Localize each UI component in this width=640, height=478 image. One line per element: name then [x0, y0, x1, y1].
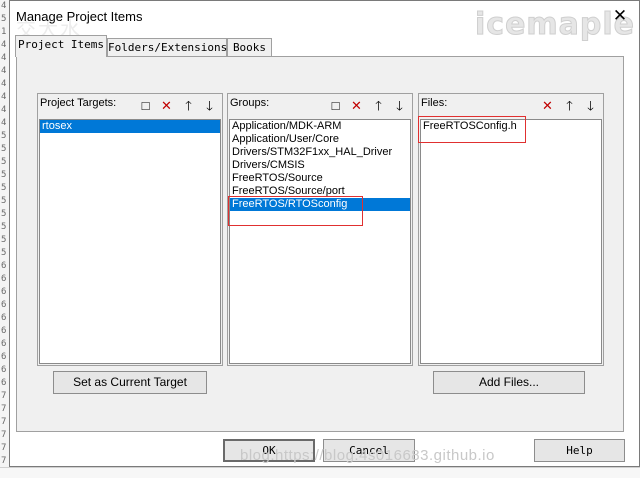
group-list-item[interactable]: FreeRTOS/RTOSconfig	[230, 198, 410, 211]
move-up-target-icon[interactable]: 🡑	[179, 96, 198, 115]
gutter-line-number: 5	[1, 209, 7, 219]
gutter-line-number: 4	[1, 105, 7, 115]
gutter-line-number: 6	[1, 378, 7, 388]
gutter-line-number: 6	[1, 365, 7, 375]
add-files-button[interactable]: Add Files...	[433, 371, 585, 394]
gutter-line-number: 5	[1, 131, 7, 141]
move-down-file-icon[interactable]: 🡓	[581, 96, 600, 115]
close-icon[interactable]: ✕	[608, 5, 632, 27]
gutter-line-number: 7	[1, 391, 7, 401]
gutter-line-number: 4	[1, 66, 7, 76]
move-down-target-icon[interactable]: 🡓	[200, 96, 219, 115]
gutter-line-number: 6	[1, 339, 7, 349]
files-group: Files: ✕ 🡑 🡓 FreeRTOSConfig.h	[418, 93, 604, 366]
file-list-item[interactable]: FreeRTOSConfig.h	[421, 120, 601, 133]
move-up-group-icon[interactable]: 🡑	[369, 96, 388, 115]
target-list-item[interactable]: rtosex	[40, 120, 220, 133]
new-group-icon[interactable]: □	[326, 96, 345, 115]
targets-list[interactable]: rtosex	[39, 119, 221, 364]
gutter-line-number: 5	[1, 183, 7, 193]
gutter-line-number: 5	[1, 170, 7, 180]
groups-list[interactable]: Application/MDK-ARM Application/User/Core…	[229, 119, 411, 364]
gutter-line-number: 5	[1, 144, 7, 154]
new-target-icon[interactable]: □	[136, 96, 155, 115]
gutter-line-number: 5	[1, 235, 7, 245]
gutter-line-number: 5	[1, 248, 7, 258]
gutter-line-number: 5	[1, 157, 7, 167]
group-list-item[interactable]: FreeRTOS/Source	[230, 172, 410, 185]
group-list-item[interactable]: Application/User/Core	[230, 133, 410, 146]
gutter-line-number: 6	[1, 261, 7, 271]
gutter-line-number: 5	[1, 196, 7, 206]
gutter-line-number: 6	[1, 326, 7, 336]
gutter-line-number: 6	[1, 352, 7, 362]
move-up-file-icon[interactable]: 🡑	[560, 96, 579, 115]
gutter-line-number: 5	[1, 222, 7, 232]
help-button[interactable]: Help	[534, 439, 625, 462]
tab-books[interactable]: Books	[227, 38, 272, 56]
delete-group-icon[interactable]: ✕	[347, 96, 366, 115]
gutter-line-number: 5	[1, 14, 7, 24]
groups-label: Groups:	[230, 97, 270, 109]
tab-project-items[interactable]: Project Items	[15, 35, 107, 57]
gutter-line-number: 6	[1, 287, 7, 297]
group-list-item[interactable]: FreeRTOS/Source/port	[230, 185, 410, 198]
project-targets-label: Project Targets:	[40, 97, 117, 109]
groups-group: Groups: □ ✕ 🡑 🡓 Application/MDK-ARM Appli…	[227, 93, 413, 366]
group-list-item[interactable]: Application/MDK-ARM	[230, 120, 410, 133]
gutter-line-number: 7	[1, 430, 7, 440]
gutter-line-number: 6	[1, 274, 7, 284]
files-label: Files:	[421, 97, 448, 109]
move-down-group-icon[interactable]: 🡓	[390, 96, 409, 115]
url-watermark: blog.https://blog.4s016683.github.io	[240, 447, 495, 464]
gutter-line-number: 6	[1, 313, 7, 323]
project-targets-group: Project Targets: □ ✕ 🡑 🡓 rtosex	[37, 93, 223, 366]
gutter-line-number: 4	[1, 53, 7, 63]
group-list-item[interactable]: Drivers/STM32F1xx_HAL_Driver	[230, 146, 410, 159]
gutter-line-number: 4	[1, 1, 7, 11]
gutter-line-number: 4	[1, 92, 7, 102]
delete-file-icon[interactable]: ✕	[538, 96, 557, 115]
title-bar: 交大水 Manage Project Items icemaple ✕	[10, 1, 639, 43]
gutter-line-number: 4	[1, 40, 7, 50]
delete-target-icon[interactable]: ✕	[157, 96, 176, 115]
gutter-line-number: 4	[1, 79, 7, 89]
gutter-line-number: 1	[1, 27, 7, 37]
group-list-item[interactable]: Drivers/CMSIS	[230, 159, 410, 172]
gutter-line-number: 7	[1, 417, 7, 427]
dialog-title: Manage Project Items	[16, 9, 143, 24]
gutter-line-number: 6	[1, 300, 7, 310]
files-list[interactable]: FreeRTOSConfig.h	[420, 119, 602, 364]
gutter-line-number: 7	[1, 404, 7, 414]
set-as-current-target-button[interactable]: Set as Current Target	[53, 371, 207, 394]
status-strip	[0, 467, 640, 478]
gutter-line-number: 7	[1, 443, 7, 453]
gutter-line-number: 4	[1, 118, 7, 128]
tab-folders-extensions[interactable]: Folders/Extensions	[107, 38, 227, 56]
